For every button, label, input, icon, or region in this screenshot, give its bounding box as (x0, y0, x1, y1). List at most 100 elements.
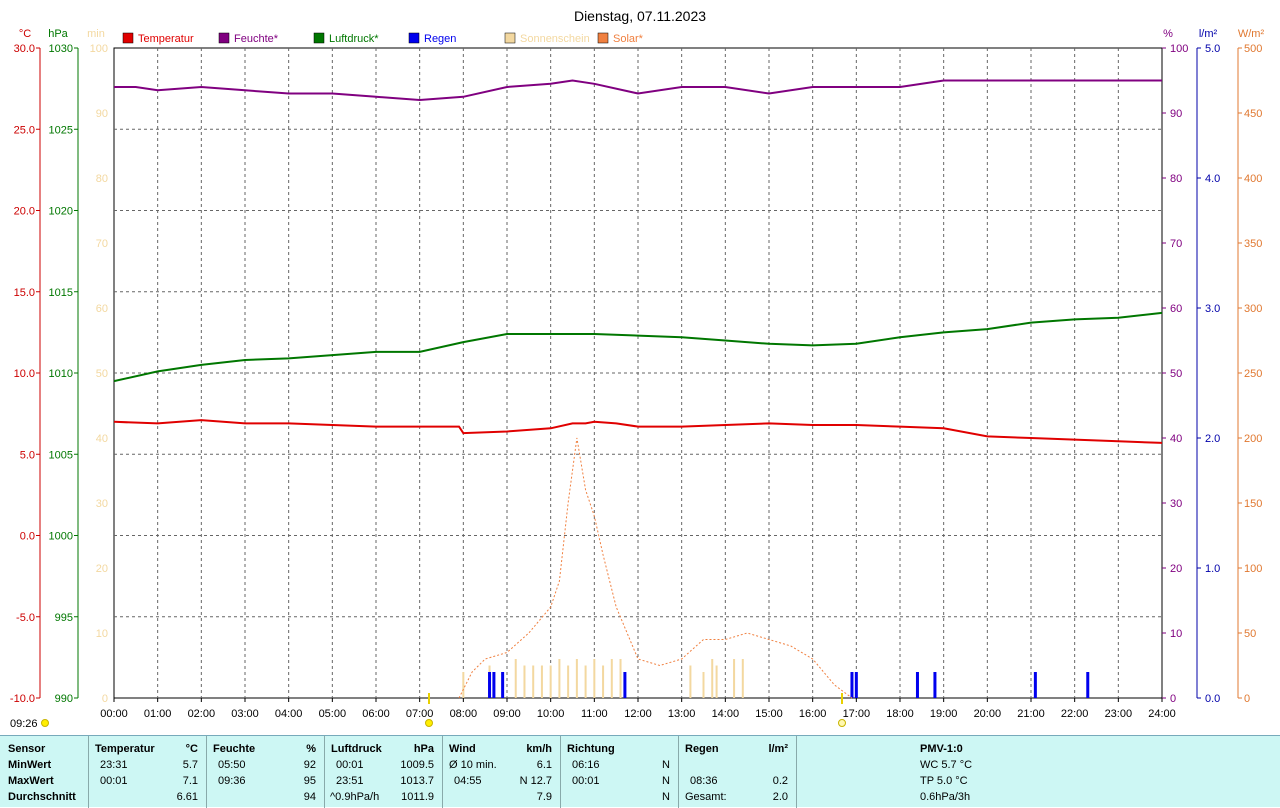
sunshine-bar (462, 672, 465, 698)
temp-tick-label: -5.0 (16, 612, 35, 624)
x-tick-label: 13:00 (668, 708, 696, 720)
dir-max-time: 00:01 (572, 775, 600, 787)
legend-label: Luftdruck* (329, 33, 379, 45)
hum-axis-unit: % (1163, 28, 1173, 40)
hum-max-value: 95 (303, 775, 316, 787)
temp-max-value: 7.1 (182, 775, 198, 787)
sunshine-bar (702, 672, 705, 698)
temp-tick-label: -10.0 (10, 693, 35, 705)
summary-table: Sensor MinWert MaxWert Durchschnitt Temp… (0, 735, 1280, 808)
temp-tick-label: 0.0 (20, 531, 35, 543)
rain-bar (1086, 672, 1090, 698)
sunshine-bar (567, 665, 570, 698)
legend-label: Feuchte* (234, 33, 279, 45)
sunshine-bar (575, 659, 578, 698)
hum-min-value: 92 (303, 759, 316, 771)
x-tick-label: 24:00 (1148, 708, 1176, 720)
temp-tick-label: 15.0 (14, 287, 35, 299)
pres-tick-label: 1025 (49, 124, 73, 136)
rain-bar (1033, 672, 1037, 698)
solar-axis-unit: W/m² (1238, 28, 1265, 40)
dir-max-value: N (662, 775, 670, 787)
rain-unit: l/m² (768, 743, 788, 755)
temp-unit: °C (185, 743, 198, 755)
sunshine-bar (558, 659, 561, 698)
hum-tick-label: 100 (1170, 43, 1188, 55)
solar-tick-label: 450 (1244, 108, 1262, 120)
solar-tick-label: 500 (1244, 43, 1262, 55)
solar-tick-label: 300 (1244, 303, 1262, 315)
hum-avg-value: 94 (303, 791, 316, 803)
temp-tick-label: 20.0 (14, 206, 35, 218)
wind-min-label: Ø 10 min. (449, 759, 497, 771)
x-tick-label: 17:00 (843, 708, 871, 720)
col-divider (678, 736, 679, 808)
pres-tick-label: 1020 (49, 206, 73, 218)
col-divider (442, 736, 443, 808)
solar-tick-label: 100 (1244, 563, 1262, 575)
min-tick-label: 10 (96, 628, 108, 640)
x-tick-label: 05:00 (319, 708, 347, 720)
pres-tick-label: 1015 (49, 287, 73, 299)
rain-max-value: 0.2 (772, 775, 788, 787)
hum-header: Feuchte (213, 743, 256, 755)
pres-tick-label: 995 (55, 612, 73, 624)
legend-swatch (122, 32, 134, 44)
hum-tick-label: 10 (1170, 628, 1182, 640)
hum-tick-label: 80 (1170, 173, 1182, 185)
wind-max-time: 04:55 (454, 775, 482, 787)
temp-max-time: 00:01 (100, 775, 128, 787)
row-label-max: MaxWert (8, 775, 54, 787)
pres-tick-label: 1010 (49, 368, 73, 380)
chart-canvas: Dienstag, 07.11.2023 °C hPa min% l/m² W/m² 30.… (10, 8, 1265, 730)
hum-tick-label: 40 (1170, 433, 1182, 445)
temp-min-time: 23:31 (100, 759, 128, 771)
sunshine-bar (593, 659, 596, 698)
x-tick-label: 01:00 (144, 708, 172, 720)
dir-avg-value: N (662, 791, 670, 803)
sunrise-time-label: 09:26 (10, 718, 38, 730)
rain-tick-label: 0.0 (1205, 693, 1220, 705)
x-tick-label: 08:00 (450, 708, 478, 720)
row-label-min: MinWert (8, 759, 52, 771)
rain-tick-label: 4.0 (1205, 173, 1220, 185)
x-tick-label: 23:00 (1105, 708, 1133, 720)
rain-tick-label: 2.0 (1205, 433, 1220, 445)
x-tick-label: 07:00 (406, 708, 434, 720)
hum-tick-label: 60 (1170, 303, 1182, 315)
rain-header: Regen (685, 743, 719, 755)
sunshine-bar (741, 659, 744, 698)
sunshine-bar (733, 659, 736, 698)
pres-tick-label: 1030 (49, 43, 73, 55)
rain-bar (492, 672, 496, 698)
col-divider (560, 736, 561, 808)
wind-avg-value: 7.9 (536, 791, 552, 803)
dir-header: Richtung (567, 743, 615, 755)
x-tick-label: 14:00 (712, 708, 740, 720)
x-tick-label: 09:00 (493, 708, 521, 720)
sun-icon (41, 719, 49, 727)
hum-tick-label: 70 (1170, 238, 1182, 250)
row-label-avg: Durchschnitt (8, 791, 76, 803)
rain-bar (488, 672, 492, 698)
x-tick-label: 12:00 (624, 708, 652, 720)
min-tick-label: 80 (96, 173, 108, 185)
hum-tick-label: 0 (1170, 693, 1176, 705)
dir-min-value: N (662, 759, 670, 771)
rain-bar (854, 672, 858, 698)
min-tick-label: 90 (96, 108, 108, 120)
min-tick-label: 100 (90, 43, 108, 55)
col-divider (796, 736, 797, 808)
dir-min-time: 06:16 (572, 759, 600, 771)
pmv-trend: 0.6hPa/3h (920, 791, 971, 803)
temp-avg-value: 6.61 (176, 791, 198, 803)
min-tick-label: 30 (96, 498, 108, 510)
pres-min-time: 00:01 (336, 759, 364, 771)
pres-min-value: 1009.5 (400, 759, 434, 771)
legend-label: Temperatur (138, 33, 194, 45)
wind-max-value: N 12.7 (519, 775, 552, 787)
min-tick-label: 40 (96, 433, 108, 445)
x-tick-label: 19:00 (930, 708, 958, 720)
solar-tick-label: 250 (1244, 368, 1262, 380)
col-divider (206, 736, 207, 808)
